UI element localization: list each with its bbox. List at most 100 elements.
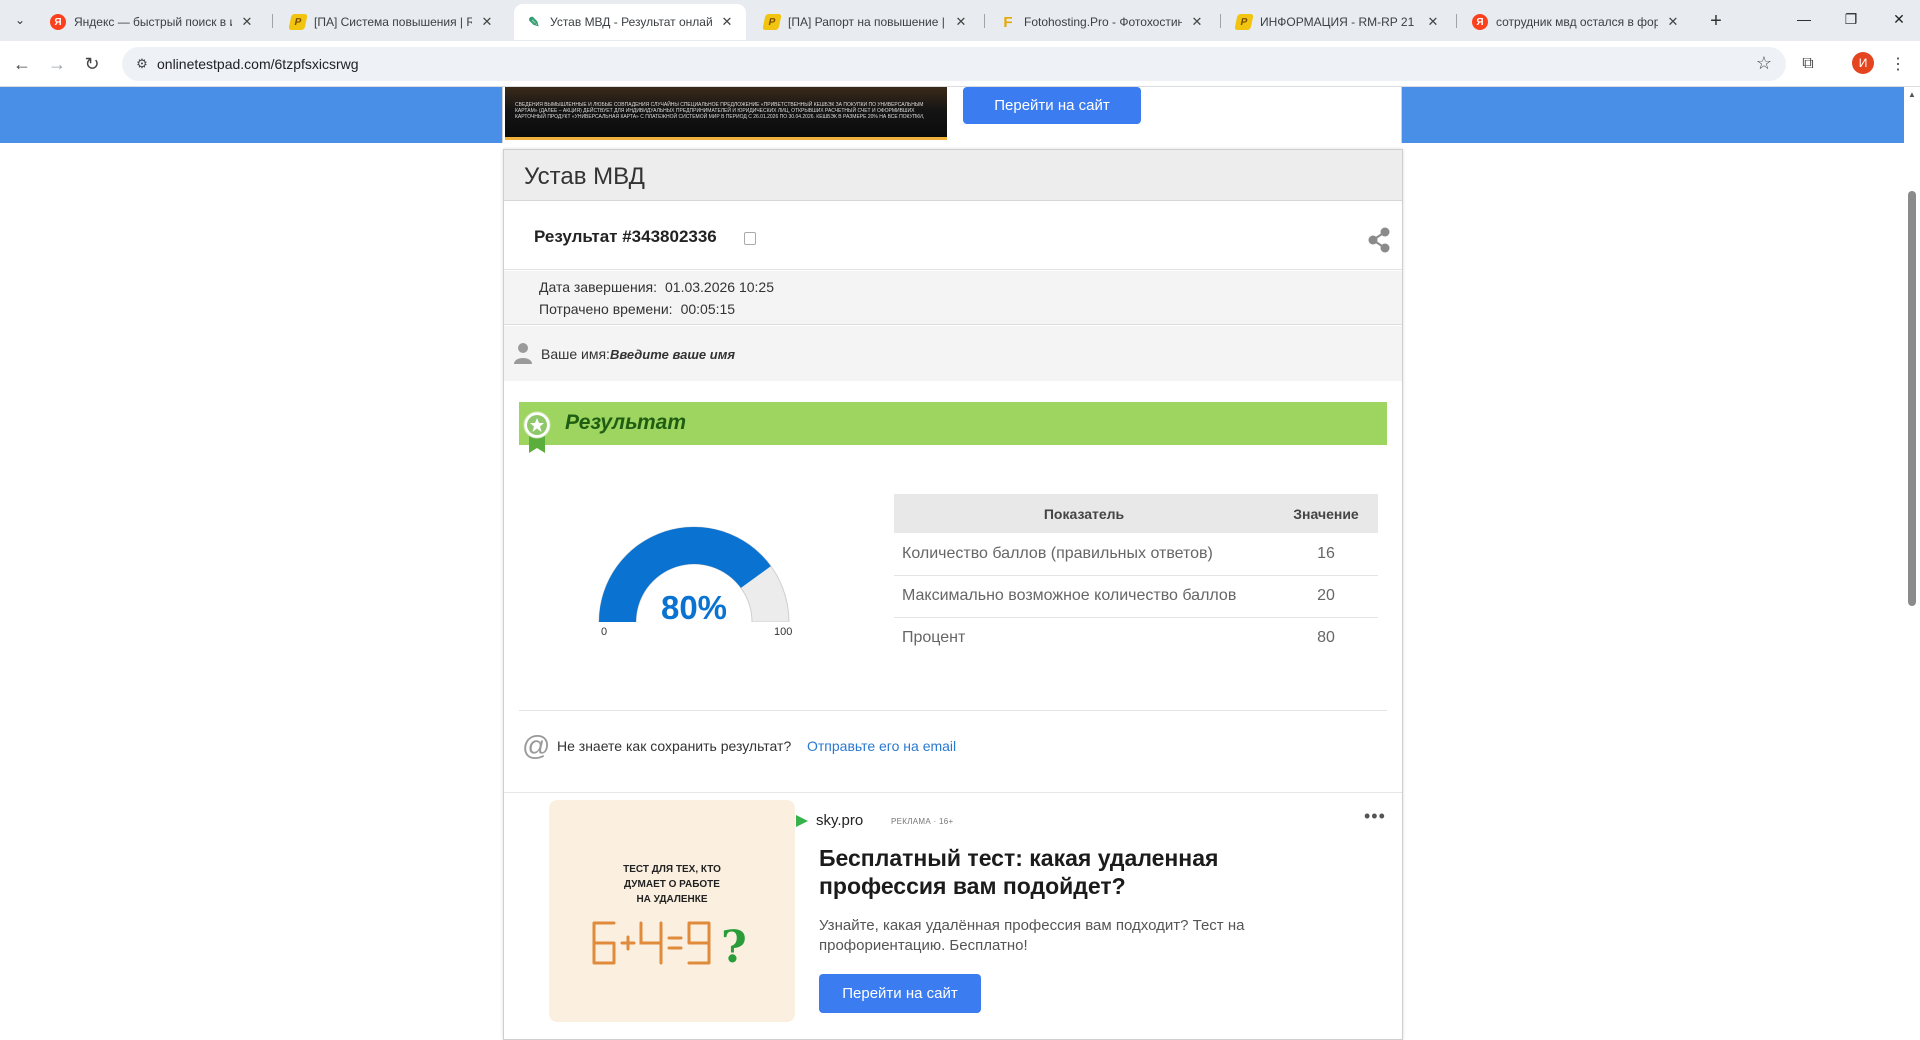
back-arrow-icon[interactable]: ← [7,49,37,79]
tab-title: сотрудник мвд остался в форме [1496,15,1658,29]
tab-title: Яндекс — быстрый поиск в интернете [74,15,232,29]
address-bar[interactable]: ⚙ onlinetestpad.com/6tzpfsxicsrwg ☆ [122,47,1786,81]
minimize-button[interactable]: — [1777,0,1831,38]
close-icon[interactable]: ✕ [718,13,736,31]
col-value: Значение [1274,494,1378,533]
result-meta: Дата завершения: 01.03.2026 10:25 Потраче… [504,271,1402,325]
close-icon[interactable]: ✕ [1664,13,1682,31]
url-text[interactable]: onlinetestpad.com/6tzpfsxicsrwg [157,56,359,72]
row-label: Процент [902,629,966,647]
email-save-row: @ Не знаете как сохранить результат? Отп… [522,728,1382,764]
result-id-row: Результат #343802336 [504,202,1402,270]
fotohosting-icon: F [1003,13,1013,31]
email-question: Не знаете как сохранить результат? [557,738,792,754]
name-field[interactable]: Ваше имя:Введите ваше имя [541,346,735,362]
tab-title: ИНФОРМАЦИЯ - RM-RP 21 | Radmir [1260,15,1418,29]
tab-fotohosting[interactable]: F Fotohosting.Pro - Фотохостинг ✕ [988,4,1216,40]
forum-icon: P [288,14,308,30]
ad-text: Узнайте, какая удалённая профессия вам п… [819,917,1245,954]
row-label: Максимально возможное количество баллов [894,575,1274,618]
name-row: Ваше имя:Введите ваше имя [504,326,1402,381]
extensions-icon[interactable]: ⧉ [1794,50,1822,78]
stats-header-row: Показатель Значение [894,494,1378,533]
page-scrollbar[interactable]: ▲ [1904,87,1920,1040]
reload-icon[interactable]: ↻ [77,49,107,79]
gauge-min-label: 0 [601,626,608,638]
close-icon[interactable]: ✕ [478,13,496,31]
restore-button[interactable]: ❐ [1824,0,1878,38]
tab-title: Устав МВД - Результат онлайн [550,15,712,29]
sky-play-icon [796,815,808,827]
close-icon[interactable]: ✕ [238,13,256,31]
user-icon [514,343,532,364]
ad-image[interactable]: СВЕДЕНИЯ ВЫМЫШЛЕННЫЕ И ЛЮБЫЕ СОВПАДЕНИЯ … [505,87,947,140]
sky-ad-image-text: ТЕСТ ДЛЯ ТЕХ, КТО ДУМАЕТ О РАБОТЕ НА УДА… [623,864,721,905]
window-close-button[interactable]: ✕ [1872,0,1920,38]
tab-system[interactable]: P [ПА] Система повышения | Radmir ✕ [278,4,506,40]
share-icon[interactable] [1366,226,1392,254]
name-label: Ваше имя: [541,346,610,362]
tab-active-result[interactable]: ✎ Устав МВД - Результат онлайн ✕ [514,4,746,40]
tab-info[interactable]: P ИНФОРМАЦИЯ - RM-RP 21 | Radmir ✕ [1224,4,1452,40]
bookmark-star-icon[interactable]: ☆ [1756,53,1772,74]
browser-toolbar: ← → ↻ ⚙ onlinetestpad.com/6tzpfsxicsrwg … [0,41,1920,87]
onlinetestpad-icon: ✎ [526,14,542,30]
tab-report[interactable]: P [ПА] Рапорт на повышение | Radmir ✕ [752,4,980,40]
ad-go-to-site-button[interactable]: Перейти на сайт [819,974,981,1013]
time-spent-label: Потрачено времени: [539,301,673,317]
result-section-title: Результат [565,411,687,434]
col-indicator: Показатель [894,494,1274,533]
ad-go-to-site-button[interactable]: Перейти на сайт [963,87,1141,124]
tab-yandex[interactable]: Я Яндекс — быстрый поиск в интернете ✕ [38,4,266,40]
row-value: 16 [1274,533,1378,576]
svg-text:?: ? [721,922,747,968]
ad-headline[interactable]: Бесплатный тест: какая удаленная професс… [819,844,1259,900]
menu-dots-icon[interactable]: ⋮ [1884,50,1912,78]
ad-divider [504,792,1402,793]
ad-source[interactable]: sky.pro [816,812,863,829]
medal-icon [523,411,551,453]
table-row: Процент 80 [894,617,1378,659]
new-tab-button[interactable]: + [1703,8,1729,34]
close-icon[interactable]: ✕ [1188,13,1206,31]
card-header: Устав МВД [504,150,1402,201]
more-options-icon[interactable]: ••• [1364,806,1386,827]
time-spent: Потрачено времени: 00:05:15 [539,301,735,317]
tab-title: [ПА] Система повышения | Radmir [314,15,472,29]
forum-icon: P [1234,14,1254,30]
tab-divider [984,14,985,28]
forward-arrow-icon[interactable]: → [42,49,72,79]
copy-icon[interactable] [744,229,759,245]
name-placeholder[interactable]: Введите ваше имя [610,347,735,362]
tab-title: [ПА] Рапорт на повышение | Radmir [788,15,946,29]
tab-divider [1456,14,1457,28]
top-ad-banner: СВЕДЕНИЯ ВЫМЫШЛЕННЫЕ И ЛЮБЫЕ СОВПАДЕНИЯ … [502,87,1402,143]
close-icon[interactable]: ✕ [952,13,970,31]
site-settings-icon[interactable]: ⚙ [134,56,150,72]
completion-date: Дата завершения: 01.03.2026 10:25 [539,279,774,295]
result-section-header: Результат [519,402,1387,445]
page-viewport: СВЕДЕНИЯ ВЫМЫШЛЕННЫЕ И ЛЮБЫЕ СОВПАДЕНИЯ … [0,87,1904,1040]
scroll-up-icon[interactable]: ▲ [1908,90,1916,99]
completion-date-value: 01.03.2026 10:25 [665,279,774,295]
row-value: 20 [1274,575,1378,618]
tab-title: Fotohosting.Pro - Фотохостинг [1024,15,1182,29]
table-row: Максимально возможное количество баллов … [894,575,1378,618]
yandex-icon: Я [50,14,66,30]
stats-table: Показатель Значение Количество баллов (п… [894,494,1378,659]
gauge-percent: 80% [660,589,728,626]
result-card: Устав МВД Результат #343802336 Дата заве… [503,149,1403,1040]
row-value: 80 [1317,629,1335,647]
gauge-max-label: 100 [774,626,793,638]
tab-search-button[interactable]: ⌄ [6,8,34,32]
score-gauge: 80% 0 100 [564,492,824,657]
scrollbar-thumb[interactable] [1908,191,1916,606]
tab-divider [1220,14,1221,28]
time-spent-value: 00:05:15 [680,301,736,317]
tab-strip: ⌄ Я Яндекс — быстрый поиск в интернете ✕… [0,0,1920,41]
tab-search-mvd[interactable]: Я сотрудник мвд остался в форме ✕ [1460,4,1692,40]
profile-avatar[interactable]: И [1852,52,1874,74]
send-email-link[interactable]: Отправьте его на email [807,738,956,754]
close-icon[interactable]: ✕ [1424,13,1442,31]
sky-ad-image[interactable]: ТЕСТ ДЛЯ ТЕХ, КТО ДУМАЕТ О РАБОТЕ НА УДА… [549,800,795,1022]
